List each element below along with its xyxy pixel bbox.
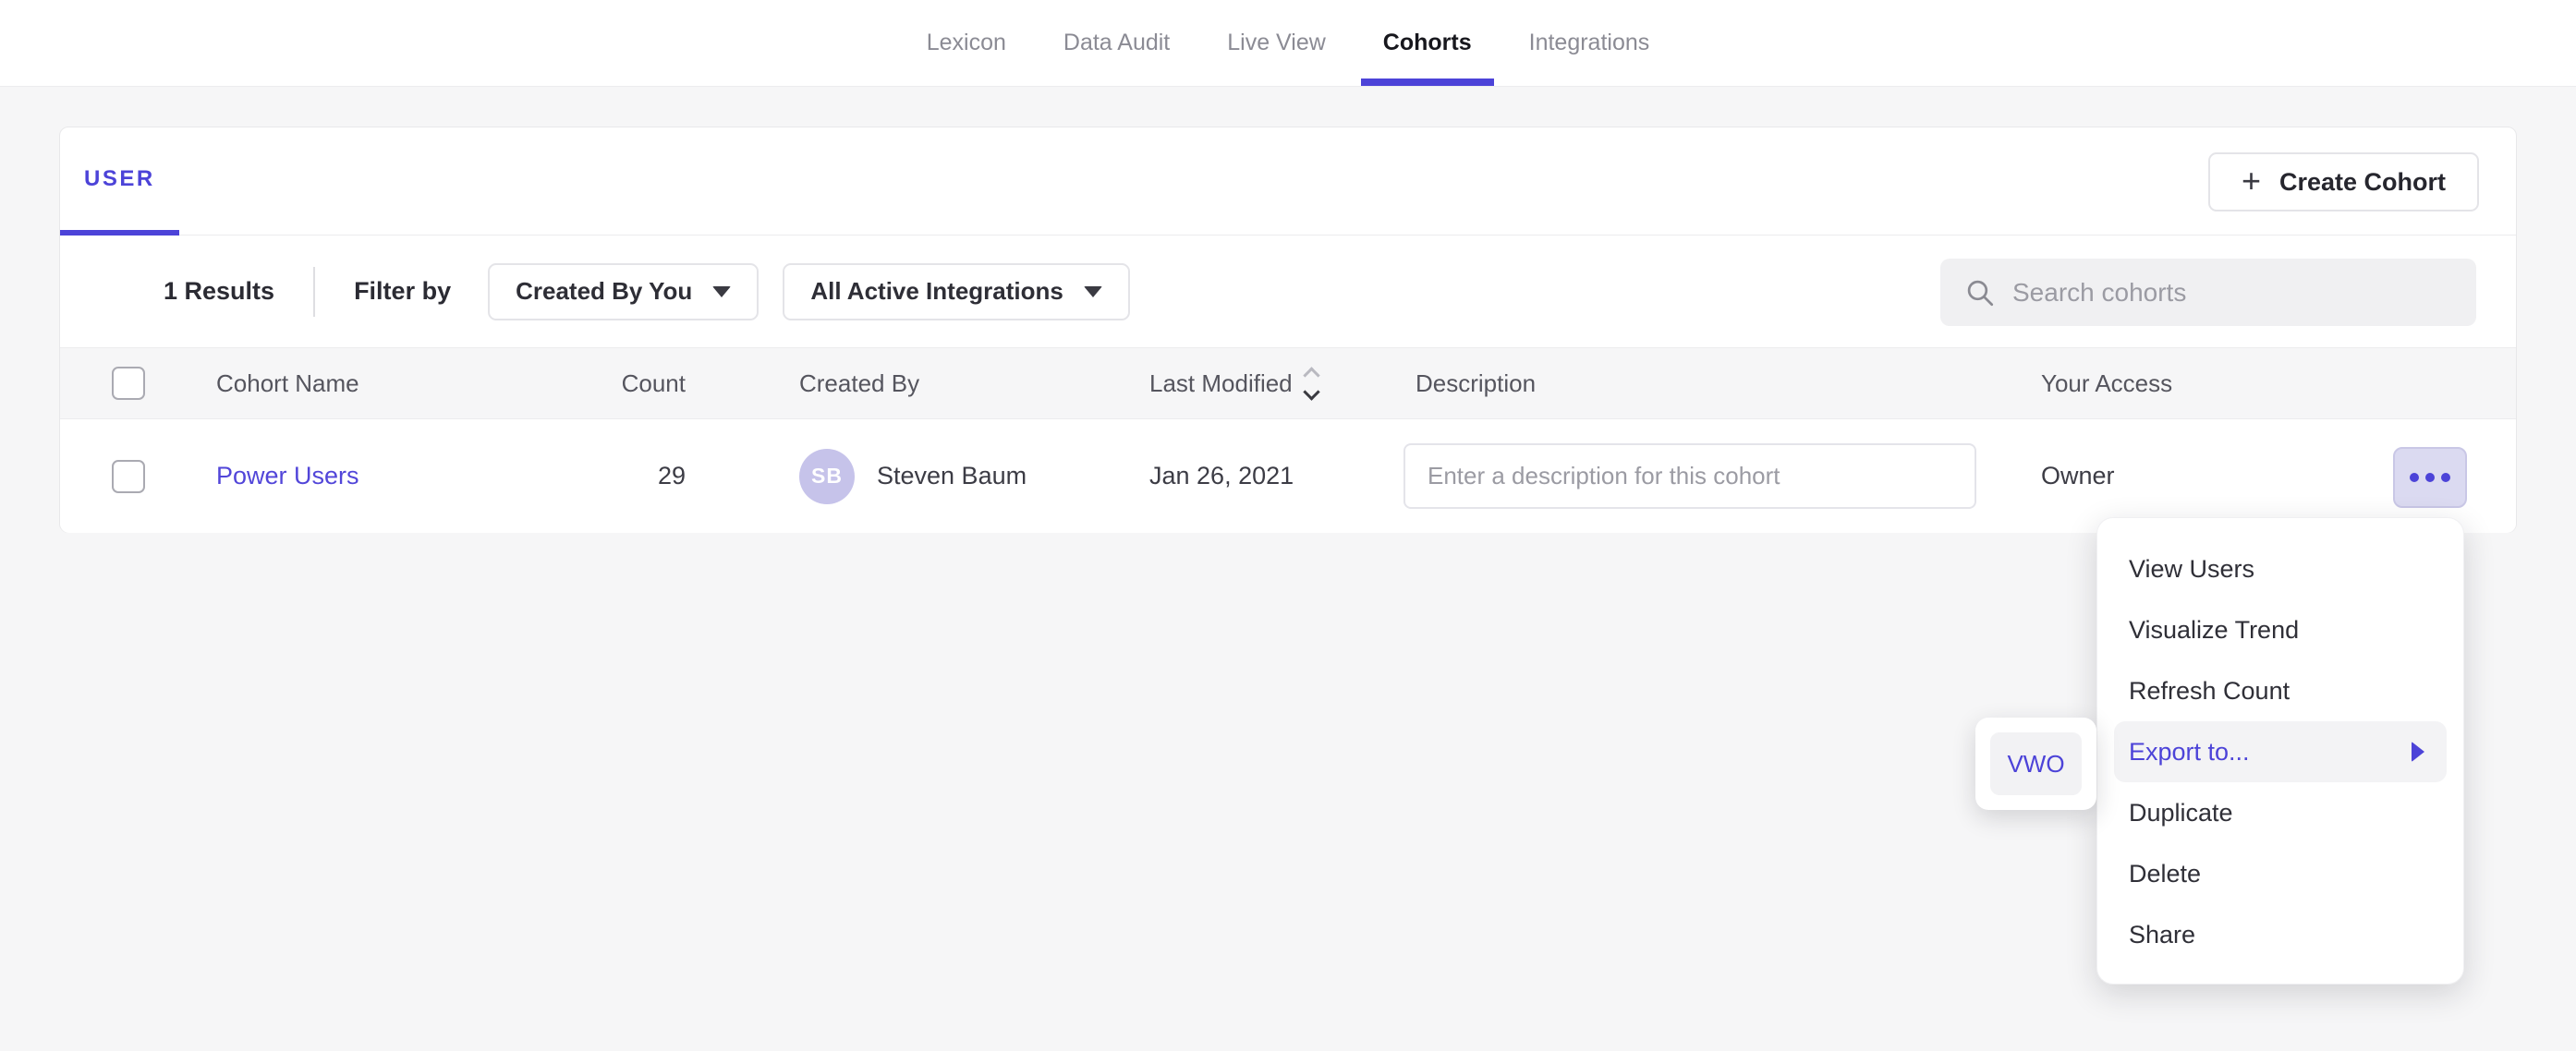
column-last-modified[interactable]: Last Modified [1149,348,1318,418]
chevron-down-icon [1084,286,1102,297]
creator-name: Steven Baum [877,462,1027,490]
nav-tab-live-view[interactable]: Live View [1227,0,1326,86]
plus-icon: + [2242,164,2261,198]
table-row: Power Users 29 SB Steven Baum Jan 26, 20… [60,419,2516,533]
created-by-cell: SB Steven Baum [799,419,1027,533]
column-description: Description [1416,348,1536,418]
cohort-name-cell: Power Users [216,419,359,533]
created-by-filter-value: Created By You [516,277,692,306]
actions-cell [2393,419,2467,533]
more-actions-button[interactable] [2393,447,2467,508]
cohort-name-link[interactable]: Power Users [216,462,359,490]
integrations-filter-dropdown[interactable]: All Active Integrations [783,263,1130,320]
nav-tab-cohorts[interactable]: Cohorts [1383,0,1472,86]
menu-item-visualize-trend[interactable]: Visualize Trend [2114,599,2447,660]
last-modified-cell: Jan 26, 2021 [1149,419,1294,533]
nav-tab-integrations[interactable]: Integrations [1529,0,1650,86]
description-cell [1403,419,1976,533]
access-cell: Owner [2041,419,2115,533]
menu-item-delete[interactable]: Delete [2114,843,2447,904]
cohorts-panel: USER + Create Cohort 1 Results Filter by… [59,127,2517,533]
column-count: Count [501,348,686,418]
nav-tab-data-audit[interactable]: Data Audit [1063,0,1170,86]
select-all-checkbox[interactable] [112,367,145,400]
column-your-access: Your Access [2041,348,2172,418]
sort-down-chevron [1303,383,1319,400]
create-cohort-label: Create Cohort [2279,168,2446,197]
cohort-count-cell: 29 [501,419,686,533]
divider [313,267,315,317]
sort-up-chevron [1303,367,1319,383]
submenu-item-vwo[interactable]: VWO [1990,732,2082,795]
created-by-filter-dropdown[interactable]: Created By You [488,263,759,320]
column-last-modified-label: Last Modified [1149,369,1293,398]
filter-by-label: Filter by [354,277,451,306]
select-all-cell [112,348,145,418]
export-to-label: Export to... [2129,738,2250,767]
column-created-by: Created By [799,348,919,418]
cohort-actions-menu: View Users Visualize Trend Refresh Count… [2096,517,2464,985]
create-cohort-button[interactable]: + Create Cohort [2208,152,2479,211]
search-input[interactable] [2012,278,2452,308]
menu-item-view-users[interactable]: View Users [2114,538,2447,599]
description-input[interactable] [1403,443,1976,509]
search-box [1940,259,2476,326]
table-header: Cohort Name Count Created By Last Modifi… [60,347,2516,419]
tab-user[interactable]: USER [60,127,179,236]
integrations-filter-value: All Active Integrations [810,277,1063,306]
menu-item-duplicate[interactable]: Duplicate [2114,782,2447,843]
nav-tab-lexicon[interactable]: Lexicon [927,0,1006,86]
search-icon [1964,277,1996,308]
avatar: SB [799,449,855,504]
menu-item-export-to[interactable]: Export to... [2114,721,2447,782]
export-submenu: VWO [1975,718,2096,810]
filter-bar: 1 Results Filter by Created By You All A… [60,236,2516,347]
menu-item-refresh-count[interactable]: Refresh Count [2114,660,2447,721]
column-cohort-name: Cohort Name [216,348,359,418]
submenu-arrow-icon [2412,742,2424,762]
row-checkbox[interactable] [112,460,145,493]
results-count: 1 Results [164,277,274,306]
sort-icon[interactable] [1306,369,1318,398]
ellipsis-icon [2410,473,2419,482]
top-nav: Lexicon Data Audit Live View Cohorts Int… [0,0,2576,87]
chevron-down-icon [712,286,731,297]
cohort-type-tabstrip: USER + Create Cohort [60,127,2516,236]
row-select-cell [112,419,145,533]
menu-item-share[interactable]: Share [2114,904,2447,965]
